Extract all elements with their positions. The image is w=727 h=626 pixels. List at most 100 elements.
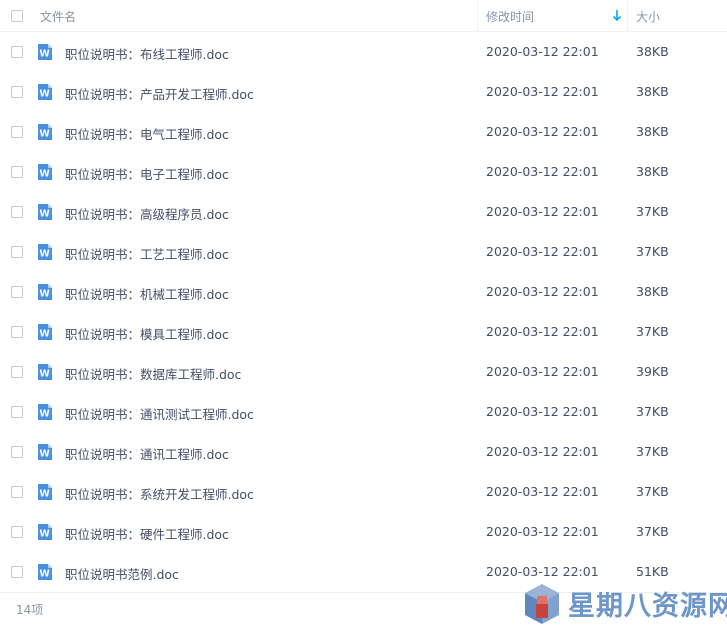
- file-date: 2020-03-12 22:01: [486, 204, 599, 219]
- file-name[interactable]: 职位说明书：产品开发工程师.doc: [65, 84, 254, 103]
- file-name[interactable]: 职位说明书：机械工程师.doc: [65, 284, 229, 303]
- file-row[interactable]: W 职位说明书：机械工程师.doc 2020-03-12 22:01 38KB: [0, 272, 727, 312]
- file-date: 2020-03-12 22:01: [486, 44, 599, 59]
- file-row[interactable]: W 职位说明书：系统开发工程师.doc 2020-03-12 22:01 37KB: [0, 472, 727, 512]
- row-checkbox[interactable]: [11, 206, 23, 218]
- row-checkbox[interactable]: [11, 366, 23, 378]
- svg-text:W: W: [39, 89, 50, 100]
- file-row[interactable]: W 职位说明书：电气工程师.doc 2020-03-12 22:01 38KB: [0, 112, 727, 152]
- row-checkbox[interactable]: [11, 286, 23, 298]
- word-doc-icon: W: [38, 524, 52, 540]
- word-doc-icon: W: [38, 284, 52, 300]
- file-list-header: 文件名 修改时间 大小: [0, 0, 727, 32]
- file-date: 2020-03-12 22:01: [486, 524, 599, 539]
- svg-text:W: W: [39, 249, 50, 260]
- file-size: 37KB: [636, 484, 669, 499]
- file-row[interactable]: W 职位说明书：通讯工程师.doc 2020-03-12 22:01 37KB: [0, 432, 727, 472]
- row-checkbox[interactable]: [11, 446, 23, 458]
- file-row[interactable]: W 职位说明书：产品开发工程师.doc 2020-03-12 22:01 38KB: [0, 72, 727, 112]
- file-date: 2020-03-12 22:01: [486, 84, 599, 99]
- column-header-date[interactable]: 修改时间: [486, 8, 534, 25]
- row-checkbox[interactable]: [11, 246, 23, 258]
- file-date: 2020-03-12 22:01: [486, 164, 599, 179]
- file-row[interactable]: W 职位说明书：电子工程师.doc 2020-03-12 22:01 38KB: [0, 152, 727, 192]
- word-doc-icon: W: [38, 244, 52, 260]
- column-divider[interactable]: [627, 0, 628, 32]
- file-name[interactable]: 职位说明书：高级程序员.doc: [65, 204, 229, 223]
- word-doc-icon: W: [38, 564, 52, 580]
- svg-text:W: W: [39, 529, 50, 540]
- file-name[interactable]: 职位说明书：电气工程师.doc: [65, 124, 229, 143]
- svg-text:W: W: [39, 569, 50, 580]
- file-date: 2020-03-12 22:01: [486, 324, 599, 339]
- file-row[interactable]: W 职位说明书：工艺工程师.doc 2020-03-12 22:01 37KB: [0, 232, 727, 272]
- row-checkbox[interactable]: [11, 326, 23, 338]
- select-all-checkbox[interactable]: [11, 10, 23, 22]
- column-divider[interactable]: [477, 0, 478, 32]
- row-checkbox[interactable]: [11, 126, 23, 138]
- svg-text:W: W: [39, 329, 50, 340]
- file-name[interactable]: 职位说明书：布线工程师.doc: [65, 44, 229, 63]
- file-date: 2020-03-12 22:01: [486, 484, 599, 499]
- file-size: 37KB: [636, 404, 669, 419]
- svg-text:W: W: [39, 449, 50, 460]
- file-row[interactable]: W 职位说明书：硬件工程师.doc 2020-03-12 22:01 37KB: [0, 512, 727, 552]
- svg-text:W: W: [39, 209, 50, 220]
- word-doc-icon: W: [38, 324, 52, 340]
- item-count: 14项: [16, 603, 44, 617]
- svg-text:W: W: [39, 169, 50, 180]
- file-name[interactable]: 职位说明书：工艺工程师.doc: [65, 244, 229, 263]
- file-name[interactable]: 职位说明书范例.doc: [65, 564, 179, 583]
- word-doc-icon: W: [38, 124, 52, 140]
- row-checkbox[interactable]: [11, 166, 23, 178]
- file-date: 2020-03-12 22:01: [486, 364, 599, 379]
- file-date: 2020-03-12 22:01: [486, 564, 599, 579]
- column-header-name[interactable]: 文件名: [40, 8, 76, 25]
- row-checkbox[interactable]: [11, 406, 23, 418]
- file-name[interactable]: 职位说明书：模具工程师.doc: [65, 324, 229, 343]
- file-size: 38KB: [636, 84, 669, 99]
- word-doc-icon: W: [38, 444, 52, 460]
- file-date: 2020-03-12 22:01: [486, 124, 599, 139]
- file-name[interactable]: 职位说明书：硬件工程师.doc: [65, 524, 229, 543]
- sort-down-arrow-icon[interactable]: [612, 9, 622, 22]
- file-size: 37KB: [636, 524, 669, 539]
- file-name[interactable]: 职位说明书：通讯测试工程师.doc: [65, 404, 254, 423]
- file-name[interactable]: 职位说明书：通讯工程师.doc: [65, 444, 229, 463]
- svg-text:W: W: [39, 49, 50, 60]
- column-header-size[interactable]: 大小: [636, 8, 660, 25]
- row-checkbox[interactable]: [11, 526, 23, 538]
- word-doc-icon: W: [38, 484, 52, 500]
- file-size: 51KB: [636, 564, 669, 579]
- file-row[interactable]: W 职位说明书：高级程序员.doc 2020-03-12 22:01 37KB: [0, 192, 727, 232]
- file-size: 37KB: [636, 444, 669, 459]
- row-checkbox[interactable]: [11, 86, 23, 98]
- file-size: 38KB: [636, 124, 669, 139]
- svg-text:W: W: [39, 489, 50, 500]
- svg-text:W: W: [39, 369, 50, 380]
- word-doc-icon: W: [38, 164, 52, 180]
- watermark: 星期八资源网: [520, 578, 727, 626]
- file-size: 37KB: [636, 244, 669, 259]
- file-name[interactable]: 职位说明书：系统开发工程师.doc: [65, 484, 254, 503]
- file-size: 37KB: [636, 204, 669, 219]
- row-checkbox[interactable]: [11, 566, 23, 578]
- row-checkbox[interactable]: [11, 46, 23, 58]
- file-row[interactable]: W 职位说明书：布线工程师.doc 2020-03-12 22:01 38KB: [0, 32, 727, 72]
- file-row[interactable]: W 职位说明书：模具工程师.doc 2020-03-12 22:01 37KB: [0, 312, 727, 352]
- word-doc-icon: W: [38, 204, 52, 220]
- word-doc-icon: W: [38, 44, 52, 60]
- file-row[interactable]: W 职位说明书：通讯测试工程师.doc 2020-03-12 22:01 37KB: [0, 392, 727, 432]
- file-row[interactable]: W 职位说明书：数据库工程师.doc 2020-03-12 22:01 39KB: [0, 352, 727, 392]
- file-size: 37KB: [636, 324, 669, 339]
- file-size: 39KB: [636, 364, 669, 379]
- file-size: 38KB: [636, 44, 669, 59]
- watermark-text: 星期八资源网: [568, 591, 727, 622]
- file-date: 2020-03-12 22:01: [486, 284, 599, 299]
- file-size: 38KB: [636, 164, 669, 179]
- file-date: 2020-03-12 22:01: [486, 444, 599, 459]
- row-checkbox[interactable]: [11, 486, 23, 498]
- svg-text:W: W: [39, 129, 50, 140]
- file-name[interactable]: 职位说明书：数据库工程师.doc: [65, 364, 241, 383]
- file-name[interactable]: 职位说明书：电子工程师.doc: [65, 164, 229, 183]
